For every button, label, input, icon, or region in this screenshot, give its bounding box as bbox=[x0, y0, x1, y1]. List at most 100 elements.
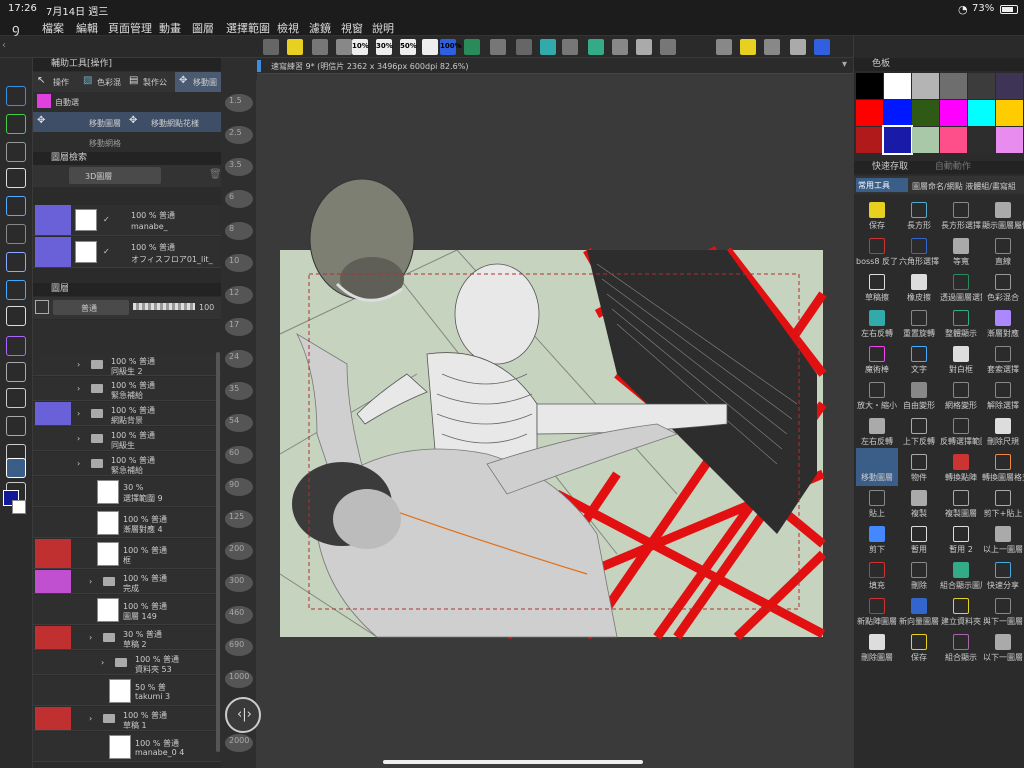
quick-access-item[interactable]: 左右反轉 bbox=[856, 304, 898, 342]
expand-icon[interactable]: › bbox=[77, 409, 80, 418]
zoom-button-1[interactable]: 30% bbox=[376, 42, 393, 50]
expand-icon[interactable]: › bbox=[101, 658, 104, 667]
quick-access-item[interactable]: 上下反轉 bbox=[898, 412, 940, 450]
command-button-20[interactable] bbox=[764, 39, 780, 55]
menu-item-7[interactable]: 濾鏡 bbox=[309, 20, 331, 36]
quick-access-item[interactable]: 組合顯示圖層 bbox=[940, 556, 982, 594]
layer-row[interactable]: 100 % 普通 漸層對應 4 bbox=[33, 508, 221, 538]
layer-row[interactable]: › 100 % 普通 草稿 1 bbox=[33, 707, 221, 731]
color-swatch[interactable] bbox=[996, 100, 1023, 126]
command-button-17[interactable] bbox=[660, 39, 676, 55]
quick-access-item[interactable]: 刪除尺規 bbox=[982, 412, 1024, 450]
color-swatch[interactable] bbox=[912, 127, 939, 153]
quick-access-item[interactable]: 轉換圖層格式 bbox=[982, 448, 1024, 486]
menu-item-9[interactable]: 說明 bbox=[372, 20, 394, 36]
quick-access-item[interactable]: 直線 bbox=[982, 232, 1024, 270]
eye-icon[interactable] bbox=[35, 205, 71, 235]
layer-row[interactable]: › 30 % 普通 草稿 2 bbox=[33, 626, 221, 650]
expand-icon[interactable]: › bbox=[89, 633, 92, 642]
zoom-icon[interactable] bbox=[6, 86, 26, 106]
expand-icon[interactable]: › bbox=[77, 360, 80, 369]
quick-access-item[interactable]: boss8 反了 bbox=[856, 232, 898, 270]
eye-icon[interactable] bbox=[35, 626, 71, 649]
color-swatch[interactable] bbox=[940, 127, 967, 153]
app-logo-icon[interactable]: ꝯ bbox=[12, 19, 20, 37]
quick-access-item[interactable]: 顯示圖層屬性 bbox=[982, 196, 1024, 234]
command-button-19[interactable] bbox=[740, 39, 756, 55]
eye-icon[interactable] bbox=[35, 237, 71, 267]
eye-icon[interactable] bbox=[35, 508, 51, 537]
color-swatch[interactable] bbox=[940, 100, 967, 126]
move-icon[interactable] bbox=[6, 458, 26, 478]
eye-icon[interactable] bbox=[35, 477, 51, 506]
quick-access-item[interactable]: 快速分享 bbox=[982, 556, 1024, 594]
quick-access-item[interactable]: 複製 bbox=[898, 484, 940, 522]
subtool-move-tone[interactable]: 移動網點花樣 bbox=[151, 118, 199, 129]
expand-icon[interactable]: › bbox=[77, 434, 80, 443]
quick-set-tab[interactable]: 常用工具 bbox=[856, 178, 908, 192]
command-button-2[interactable] bbox=[312, 39, 328, 55]
eye-icon[interactable] bbox=[35, 452, 51, 475]
color-swatch[interactable] bbox=[968, 100, 995, 126]
tab-operation[interactable]: 操作 bbox=[53, 77, 69, 88]
menu-item-4[interactable]: 圖層 bbox=[192, 20, 214, 36]
operation-tab-icon[interactable]: ↖ bbox=[37, 75, 45, 86]
menu-item-1[interactable]: 編輯 bbox=[76, 20, 98, 36]
blend-mode-select[interactable]: 普通 bbox=[53, 300, 129, 315]
color-swatch[interactable] bbox=[856, 100, 883, 126]
command-button-11[interactable] bbox=[516, 39, 532, 55]
quick-access-item[interactable]: 草稿擦 bbox=[856, 268, 898, 306]
quick-access-item[interactable]: 左右反轉 bbox=[856, 412, 898, 450]
artwork-canvas[interactable] bbox=[257, 74, 853, 768]
layers-icon[interactable] bbox=[6, 252, 26, 272]
lasso-icon[interactable] bbox=[6, 416, 26, 436]
quick-access-item[interactable]: 保存 bbox=[898, 628, 940, 666]
layer-row[interactable]: › 100 % 普通 同級生 bbox=[33, 427, 221, 451]
eye-icon[interactable] bbox=[35, 595, 51, 624]
quick-access-item[interactable]: 魔術棒 bbox=[856, 340, 898, 378]
color-swatch[interactable] bbox=[996, 73, 1023, 99]
layer-row[interactable]: › 100 % 普通 網點背景 bbox=[33, 402, 221, 426]
layer-row[interactable]: › 100 % 普通 資料夾 53 bbox=[33, 651, 221, 675]
quick-access-item[interactable]: 轉換點陣 bbox=[940, 448, 982, 486]
quick-access-item[interactable]: 反轉選擇範圍 bbox=[940, 412, 982, 450]
search-result-row[interactable]: ✓ 100 % 普通 manabe_ bbox=[33, 205, 221, 236]
layer-kind-select[interactable]: 3D圖層 bbox=[69, 167, 161, 184]
tab-move[interactable]: 移動圖 bbox=[193, 77, 217, 88]
zoom-button-2[interactable]: 50% bbox=[400, 42, 417, 50]
color-swatch[interactable] bbox=[912, 100, 939, 126]
eye-icon[interactable] bbox=[35, 707, 71, 730]
command-button-7[interactable] bbox=[422, 39, 438, 55]
subtool-auto-select[interactable]: 自動選 bbox=[55, 97, 79, 108]
command-button-9[interactable] bbox=[464, 39, 480, 55]
layer-scrollbar[interactable] bbox=[216, 352, 220, 752]
layer-row[interactable]: 100 % 普通 manabe_0 4 bbox=[33, 732, 221, 762]
eye-icon[interactable] bbox=[35, 402, 71, 425]
canvas-tab-title[interactable]: 速寫練習 9* (明信片 2362 x 3496px 600dpi 82.6%) bbox=[271, 61, 468, 72]
fill-bucket-icon[interactable] bbox=[6, 362, 26, 382]
frame-icon[interactable] bbox=[6, 196, 26, 216]
expand-icon[interactable]: › bbox=[89, 577, 92, 586]
eye-icon[interactable] bbox=[35, 732, 51, 761]
text-icon[interactable] bbox=[6, 280, 26, 300]
color-swatch[interactable] bbox=[882, 125, 913, 155]
command-button-14[interactable] bbox=[588, 39, 604, 55]
menu-item-5[interactable]: 選擇範圍 bbox=[226, 20, 270, 36]
quick-access-item[interactable]: 剪下 bbox=[856, 520, 898, 558]
layer-row[interactable]: › 100 % 普通 緊急補給 bbox=[33, 452, 221, 476]
quick-access-item[interactable]: 放大・縮小 bbox=[856, 376, 898, 414]
balloon-icon[interactable] bbox=[6, 306, 26, 326]
color-swatch[interactable] bbox=[968, 73, 995, 99]
quick-access-item[interactable]: 與下一圖層 bbox=[982, 592, 1024, 630]
zoom-button-3[interactable]: 100% bbox=[440, 42, 462, 50]
quick-access-item[interactable]: 貼上 bbox=[856, 484, 898, 522]
tab-make[interactable]: 製作公 bbox=[143, 77, 167, 88]
opacity-value[interactable]: 100 bbox=[199, 303, 214, 312]
quick-access-item[interactable]: 物件 bbox=[898, 448, 940, 486]
menu-item-2[interactable]: 頁面管理 bbox=[108, 20, 152, 36]
sub-color-swatch[interactable] bbox=[12, 500, 26, 514]
menu-item-6[interactable]: 檢視 bbox=[277, 20, 299, 36]
eye-icon[interactable] bbox=[35, 570, 71, 593]
eye-icon[interactable] bbox=[35, 354, 51, 375]
canvas-menu-icon[interactable]: ▾ bbox=[842, 59, 847, 70]
